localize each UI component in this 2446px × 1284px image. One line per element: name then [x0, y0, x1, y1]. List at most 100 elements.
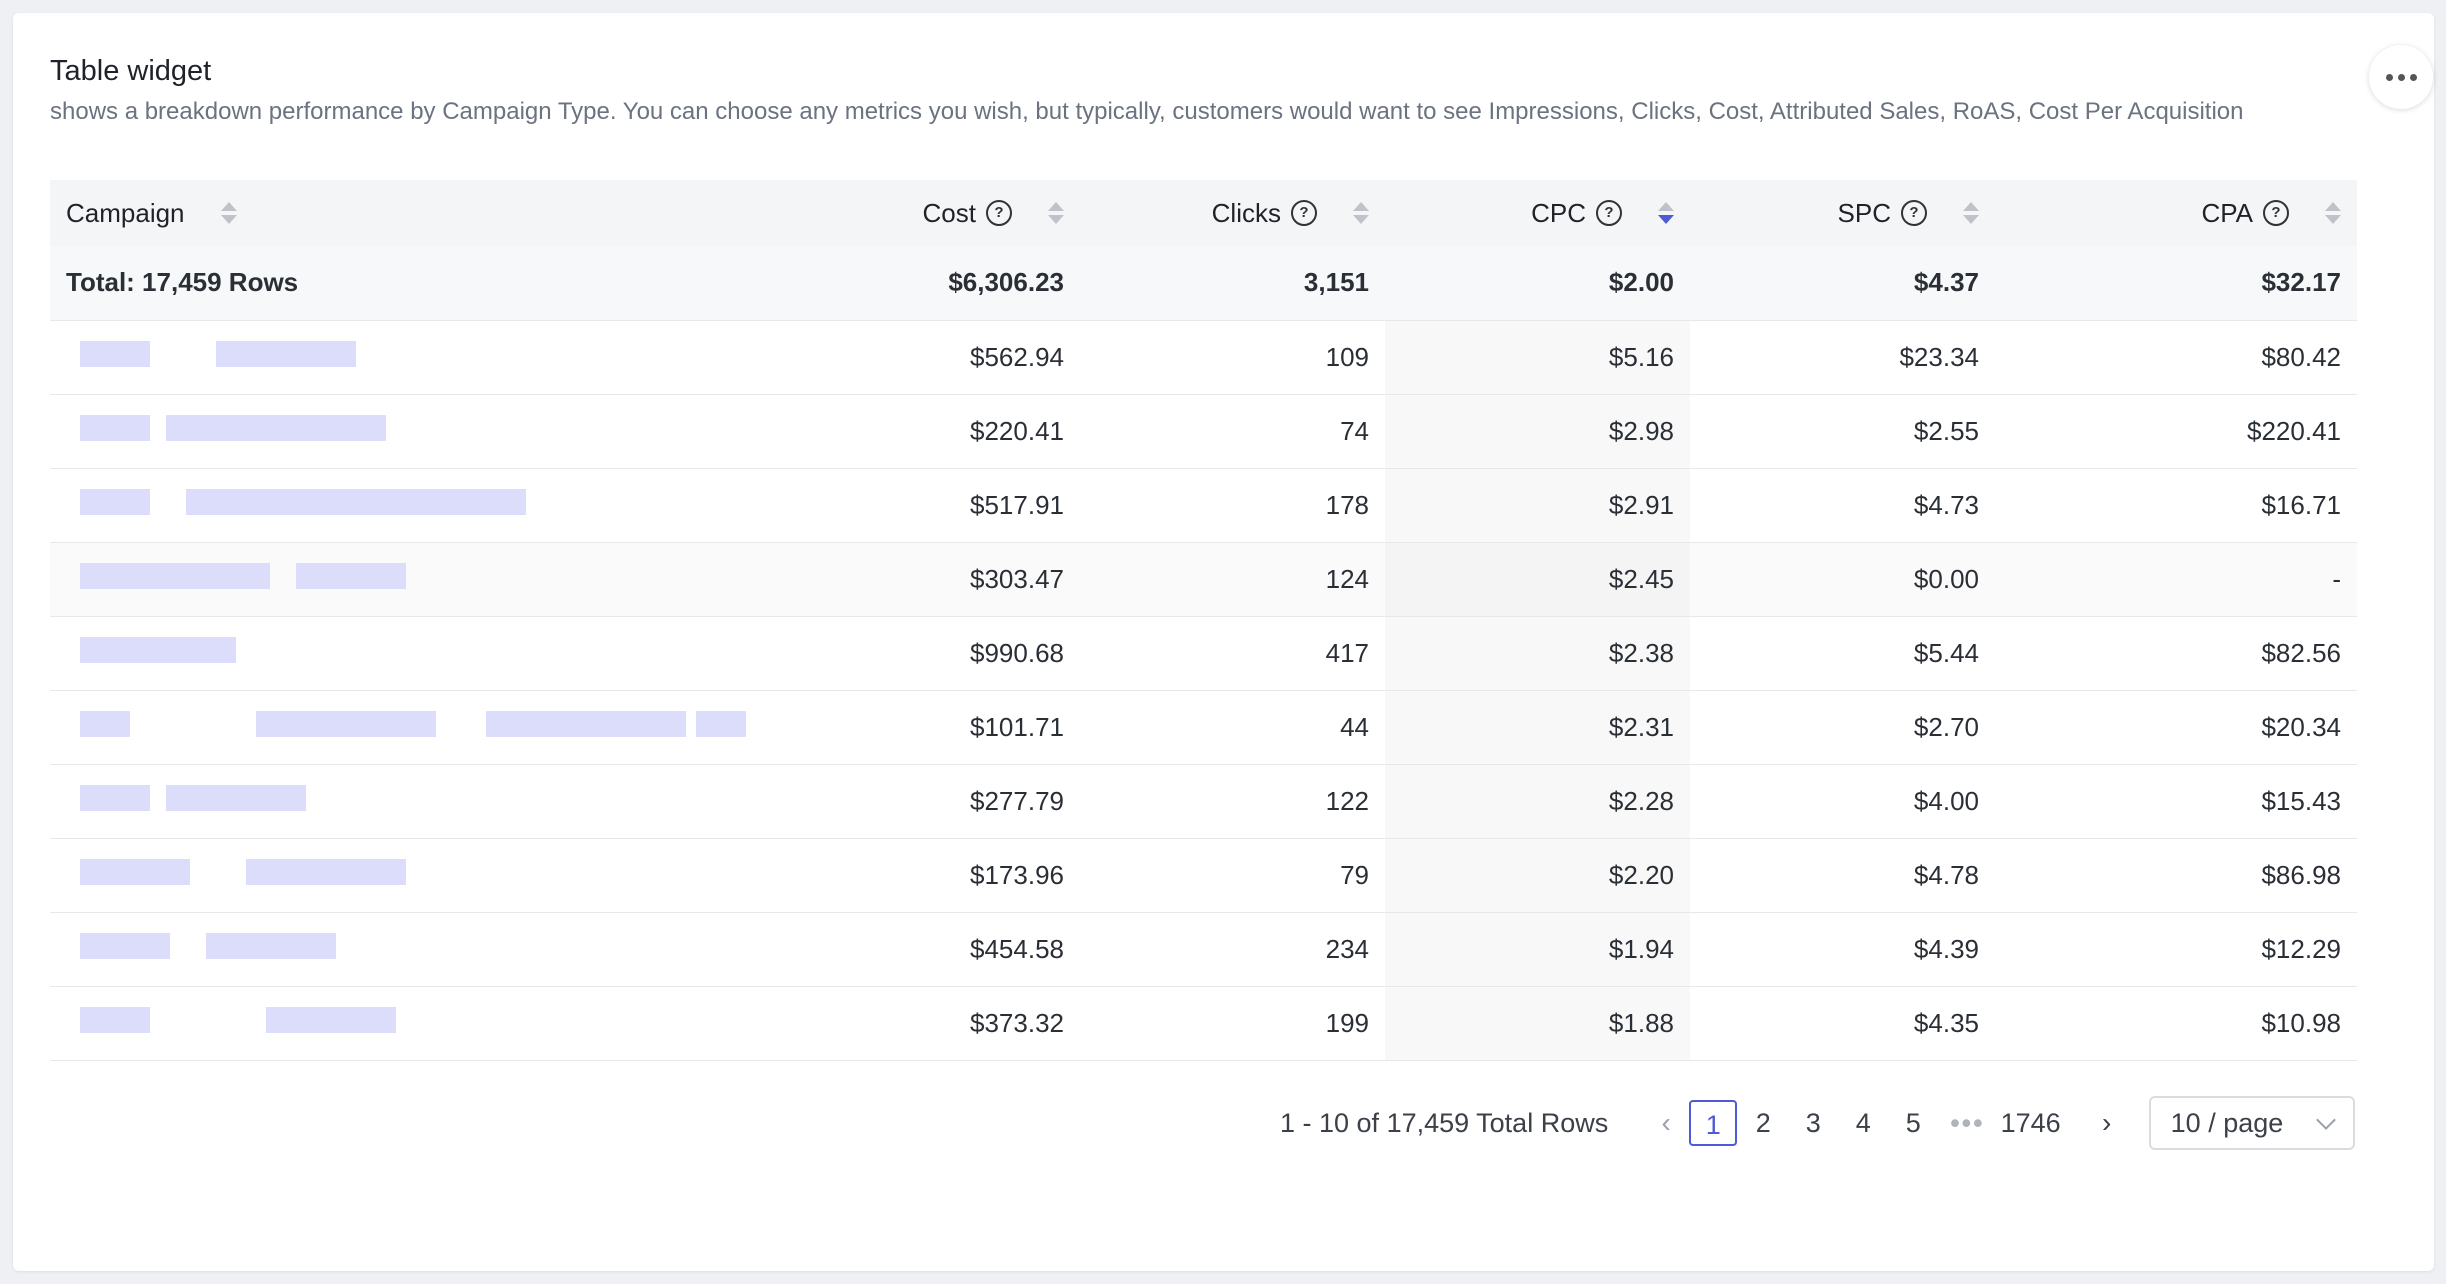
page-4[interactable]: 4 [1839, 1100, 1887, 1146]
cell-cpa: $80.42 [2261, 341, 2341, 372]
campaign-name-redacted[interactable] [50, 986, 776, 1060]
cell-cpa: $220.41 [2247, 415, 2341, 446]
cell-cpc: $2.31 [1385, 690, 1690, 764]
cell-spc: $4.00 [1913, 785, 1979, 816]
help-circle-icon[interactable]: ? [2263, 200, 2289, 226]
more-horizontal-icon [2385, 73, 2417, 81]
cell-cpc: $2.98 [1385, 394, 1690, 468]
column-header-clicks[interactable]: Clicks ? [1080, 180, 1385, 246]
campaign-name-redacted[interactable] [50, 690, 776, 764]
cell-cpa: $82.56 [2261, 637, 2341, 668]
column-header-cpa[interactable]: CPA ? [1995, 180, 2357, 246]
cell-cost: $173.96 [970, 859, 1064, 890]
redacted-text [66, 775, 760, 827]
column-header-label: Clicks [1211, 197, 1281, 228]
cell-cost: $101.71 [970, 711, 1064, 742]
table-row[interactable]: $517.91 178 $2.91 $4.73 $16.71 [50, 468, 2357, 542]
redacted-text [66, 849, 760, 901]
page-5[interactable]: 5 [1889, 1100, 1937, 1146]
campaign-name-redacted[interactable] [50, 764, 776, 838]
campaign-name-redacted[interactable] [50, 912, 776, 986]
total-cost: $6,306.23 [776, 246, 1080, 320]
table-row[interactable]: $373.32 199 $1.88 $4.35 $10.98 [50, 986, 2357, 1060]
cell-cpa: - [1995, 542, 2357, 616]
table-row[interactable]: $101.71 44 $2.31 $2.70 $20.34 [50, 690, 2357, 764]
cell-cost: $303.47 [776, 542, 1080, 616]
cell-cpc: $2.38 [1385, 616, 1690, 690]
chevron-left-icon[interactable]: ‹ [1644, 1107, 1688, 1139]
help-circle-icon[interactable]: ? [1901, 200, 1927, 226]
column-header-cost[interactable]: Cost ? [776, 180, 1080, 246]
cell-cost: $517.91 [970, 489, 1064, 520]
column-header-cpc[interactable]: CPC ? [1385, 180, 1690, 246]
total-cpc: $2.00 [1385, 246, 1690, 320]
cell-clicks: 74 [1340, 415, 1369, 446]
table-row[interactable]: $454.58 234 $1.94 $4.39 $12.29 [50, 912, 2357, 986]
cell-spc: $4.35 [1913, 1007, 1979, 1038]
help-circle-icon[interactable]: ? [1291, 200, 1317, 226]
cell-cost: $220.41 [970, 415, 1064, 446]
campaign-name-redacted[interactable] [50, 468, 776, 542]
table-row[interactable]: $303.47 124 $2.45 $0.00- [50, 542, 2357, 616]
help-circle-icon[interactable]: ? [1596, 200, 1622, 226]
cell-cpa: $20.34 [2261, 711, 2341, 742]
redacted-text [66, 405, 760, 457]
sort-icon[interactable] [1048, 202, 1064, 224]
pagination-summary: 1 - 10 of 17,459 Total Rows [1280, 1107, 1609, 1138]
cell-clicks: 109 [1325, 341, 1369, 372]
sort-descending-icon[interactable] [1658, 202, 1674, 224]
campaign-name-redacted[interactable] [50, 616, 776, 690]
table-row[interactable]: $220.41 74 $2.98 $2.55 $220.41 [50, 394, 2357, 468]
cell-spc: $4.73 [1913, 489, 1979, 520]
redacted-text [66, 479, 760, 531]
cell-clicks: 199 [1325, 1007, 1369, 1038]
sort-icon[interactable] [2325, 202, 2341, 224]
total-row: Total: 17,459 Rows $6,306.23 3,151 $2.00… [50, 246, 2357, 320]
table-row[interactable]: $173.96 79 $2.20 $4.78 $86.98 [50, 838, 2357, 912]
cell-cost: $277.79 [970, 785, 1064, 816]
pagination-ellipsis[interactable]: ••• [1950, 1108, 1984, 1139]
column-header-spc[interactable]: SPC ? [1690, 180, 1995, 246]
chevron-right-icon[interactable]: › [2085, 1107, 2129, 1139]
sort-icon[interactable] [1963, 202, 1979, 224]
cell-cpa: $10.98 [2261, 1007, 2341, 1038]
table-row[interactable]: $562.94 109 $5.16 $23.34 $80.42 [50, 320, 2357, 394]
cell-clicks: 124 [1080, 542, 1385, 616]
cell-spc: $0.00 [1690, 542, 1995, 616]
page-2[interactable]: 2 [1739, 1100, 1787, 1146]
cell-spc: $4.78 [1913, 859, 1979, 890]
cell-cpa: $16.71 [2261, 489, 2341, 520]
cell-cpc: $1.88 [1385, 986, 1690, 1060]
cell-cost: $454.58 [970, 933, 1064, 964]
table-row[interactable]: $990.68 417 $2.38 $5.44 $82.56 [50, 616, 2357, 690]
cell-cpc: $2.28 [1385, 764, 1690, 838]
widget-description: shows a breakdown performance by Campaig… [50, 98, 2244, 125]
total-label: Total: 17,459 Rows [50, 246, 776, 320]
page-size-value: 10 / page [2170, 1107, 2284, 1138]
campaign-name-redacted[interactable] [50, 838, 776, 912]
cell-cpa: $15.43 [2261, 785, 2341, 816]
page-last[interactable]: 1746 [2001, 1100, 2061, 1146]
sort-icon[interactable] [1353, 202, 1369, 224]
cell-cpc: $5.16 [1385, 320, 1690, 394]
cell-clicks: 44 [1340, 711, 1369, 742]
help-circle-icon[interactable]: ? [986, 200, 1012, 226]
cell-cpc: $2.20 [1385, 838, 1690, 912]
redacted-text [66, 553, 760, 605]
campaign-name-redacted[interactable] [50, 320, 776, 394]
column-header-campaign[interactable]: Campaign [50, 180, 776, 246]
more-options-button[interactable] [2369, 45, 2433, 109]
page-3[interactable]: 3 [1789, 1100, 1837, 1146]
total-clicks: 3,151 [1080, 246, 1385, 320]
redacted-text [66, 923, 760, 975]
sort-icon[interactable] [220, 202, 237, 224]
campaign-table: Campaign Cost ? Clicks ? CPC ? SPC ? CPA… [50, 180, 2357, 1061]
page-1[interactable]: 1 [1689, 1100, 1738, 1146]
campaign-name-redacted[interactable] [50, 542, 776, 616]
page-size-select[interactable]: 10 / page [2148, 1096, 2355, 1150]
cell-clicks: 79 [1340, 859, 1369, 890]
campaign-name-redacted[interactable] [50, 394, 776, 468]
total-cpa: $32.17 [1995, 246, 2357, 320]
column-header-label: Cost [922, 197, 976, 228]
table-row[interactable]: $277.79 122 $2.28 $4.00 $15.43 [50, 764, 2357, 838]
